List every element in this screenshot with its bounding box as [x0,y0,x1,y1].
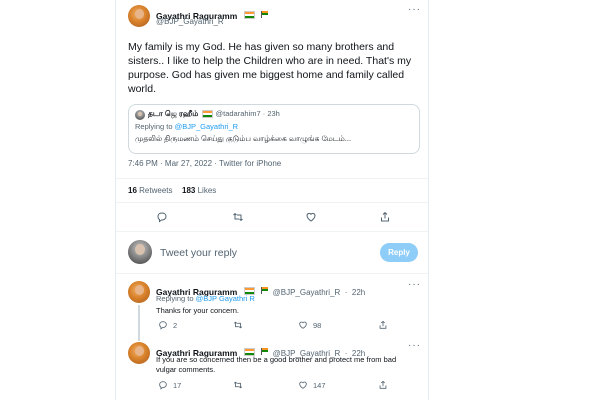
like-count: 98 [313,321,322,330]
divider [116,231,428,232]
reply-time[interactable]: 22h [352,288,365,297]
likes-label: Likes [197,186,217,195]
reply-author-handle[interactable]: @BJP_Gayathri_R [273,288,341,297]
like-count: 147 [313,381,326,390]
reply-text: Thanks for your concern. [156,306,239,315]
author-handle[interactable]: @BJP_Gayathri_R [156,17,224,26]
quote-replying-handle[interactable]: @BJP_Gayathri_R [175,122,238,131]
tweet-column: Gayathri Raguramm @BJP_Gayathri_R ··· My… [115,0,429,400]
share-icon[interactable] [378,380,388,390]
retweet-icon[interactable] [233,320,243,330]
reply-icon[interactable] [158,380,168,390]
party-flag-icon [261,11,269,19]
replying-handle[interactable]: @BJP Gayathri R [196,294,255,303]
quoted-tweet[interactable]: தடா ஜெ ரஹீம் @tadarahim7 · 23h Replying … [128,104,420,154]
divider [116,178,428,179]
retweets-stat[interactable]: 16 Retweets [128,186,173,195]
heart-icon[interactable] [305,211,317,223]
quote-time: 23h [267,109,280,118]
reply-icon[interactable] [158,320,168,330]
likes-count: 183 [182,186,196,195]
reply-input[interactable]: Tweet your reply [160,247,237,259]
india-flag-icon [243,10,255,19]
reply-author-avatar[interactable] [128,281,150,303]
more-icon[interactable]: ··· [408,279,421,290]
reply-author-avatar[interactable] [128,342,150,364]
thread-line [138,305,140,341]
reply-text: If you are so concerned then be a good b… [156,355,397,374]
retweet-icon[interactable] [232,211,244,223]
more-icon[interactable]: ··· [408,4,421,15]
author-avatar[interactable] [128,5,150,27]
reply-replying-to: Replying to @BJP Gayathri R [156,294,255,303]
reply-count: 17 [173,381,182,390]
retweets-label: Retweets [139,186,173,195]
quote-text: முதலில் திருமணம் செய்து குடும்ப வாழ்க்கை… [135,134,352,143]
quote-author-handle: @tadarahim7 [215,109,261,118]
share-icon[interactable] [379,211,391,223]
reply-icon[interactable] [156,211,168,223]
share-icon[interactable] [378,320,388,330]
reply-count: 2 [173,321,178,330]
reply-button[interactable]: Reply [380,243,418,262]
heart-icon[interactable] [298,320,308,330]
quote-author-name: தடா ஜெ ரஹீம் [148,109,199,118]
retweet-icon[interactable] [233,380,243,390]
quote-author-avatar [135,110,145,120]
divider [116,273,428,274]
more-icon[interactable]: ··· [408,340,421,351]
heart-icon[interactable] [298,380,308,390]
party-flag-icon [261,287,269,295]
india-flag-icon [202,110,214,119]
likes-stat[interactable]: 183 Likes [182,186,216,195]
replying-label: Replying to [156,294,194,303]
user-avatar[interactable] [128,240,152,264]
tweet-text: My family is my God. He has given so man… [128,41,412,95]
quote-replying-label: Replying to [135,122,173,131]
divider [116,202,428,203]
retweets-count: 16 [128,186,137,195]
tweet-timestamp[interactable]: 7:46 PM · Mar 27, 2022 · Twitter for iPh… [128,159,281,168]
quote-author-row: தடா ஜெ ரஹீம் @tadarahim7 · 23h [148,109,280,119]
quote-replying-to: Replying to @BJP_Gayathri_R [135,122,238,131]
